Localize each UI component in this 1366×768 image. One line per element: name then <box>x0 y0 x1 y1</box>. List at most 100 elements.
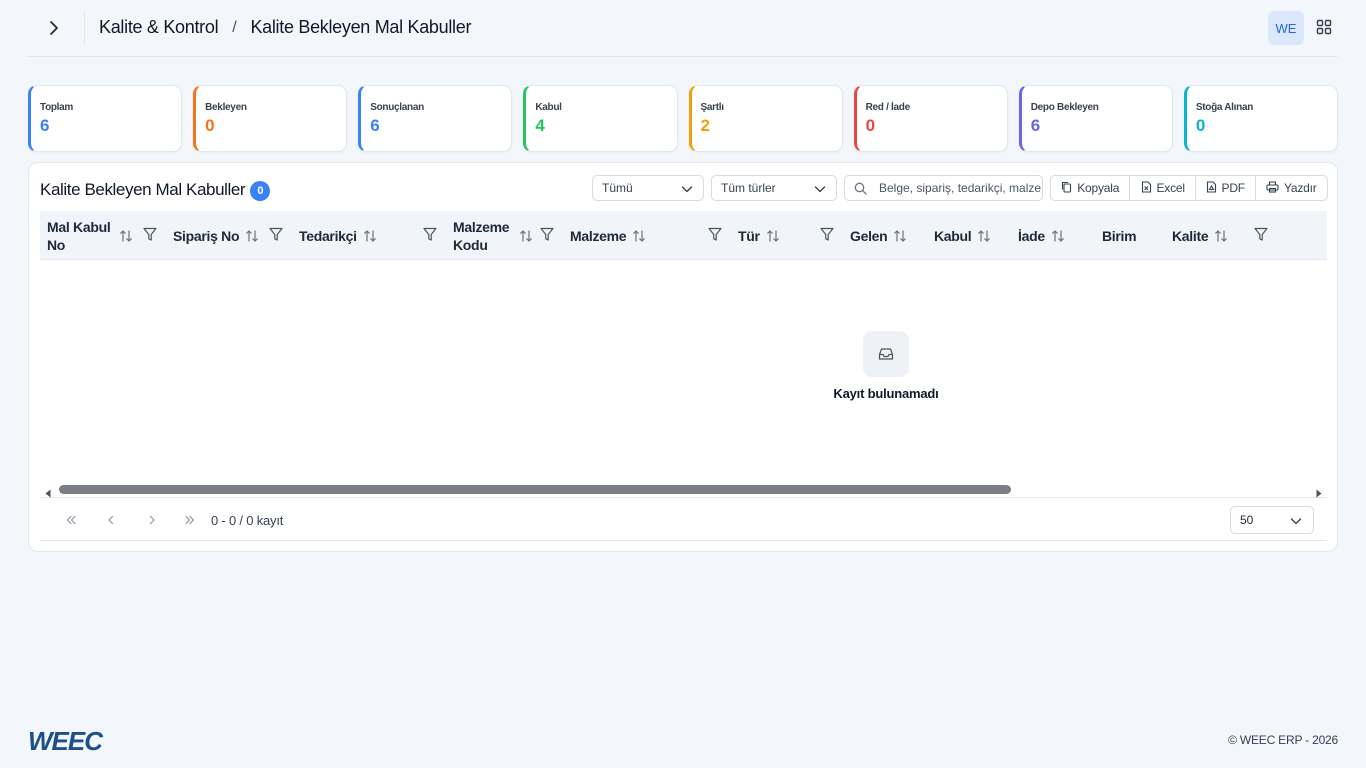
printer-icon <box>1266 180 1279 196</box>
column-header-order-no: Sipariş No <box>173 211 259 260</box>
copy-button[interactable]: Kopyala <box>1051 176 1131 200</box>
weec-logo[interactable]: WEEC <box>28 726 112 757</box>
sort-icon[interactable] <box>119 229 133 243</box>
stat-label: Red / İade <box>865 102 911 113</box>
stat-card-concluded[interactable]: Sonuçlanan 6 <box>358 85 513 152</box>
previous-page-icon[interactable] <box>104 513 118 527</box>
filter-icon[interactable] <box>708 227 722 242</box>
export-buttons: Kopyala Excel PDF Yazdır <box>1050 175 1328 201</box>
column-label[interactable]: Tedarikçi <box>299 227 357 245</box>
copyright-text: © WEEC ERP - 2026 <box>1228 733 1338 747</box>
excel-button[interactable]: Excel <box>1130 176 1196 200</box>
breadcrumb-parent[interactable]: Kalite & Kontrol <box>99 17 219 38</box>
table-header: Mal Kabul No Sipariş No Tedarikçi Malzem… <box>40 211 1327 260</box>
column-label[interactable]: Malzeme <box>570 227 627 245</box>
column-label[interactable]: İade <box>1018 227 1045 245</box>
filter-icon[interactable] <box>1254 227 1268 242</box>
header-divider <box>84 11 85 45</box>
stat-card-conditional[interactable]: Şartlı 2 <box>688 85 843 152</box>
pagination: 0 - 0 / 0 kayıt 50 <box>40 499 1327 541</box>
stat-value: 2 <box>700 116 710 135</box>
column-header-return: İade <box>1018 211 1065 260</box>
column-label[interactable]: Tür <box>738 227 760 245</box>
status-filter-select[interactable]: Tümü <box>592 175 704 201</box>
filter-icon[interactable] <box>423 227 437 242</box>
excel-file-icon <box>1141 180 1152 196</box>
status-filter-value: Tümü <box>602 181 633 195</box>
grid-apps-icon[interactable] <box>1313 16 1335 38</box>
column-label[interactable]: Mal Kabul No <box>47 218 113 254</box>
filter-icon[interactable] <box>143 227 157 242</box>
column-label[interactable]: Kabul <box>934 227 972 245</box>
column-label[interactable]: Sipariş No <box>173 227 240 245</box>
column-header-unit: Birim <box>1102 211 1137 260</box>
first-page-icon[interactable] <box>64 513 78 527</box>
column-header-quality: Kalite <box>1172 211 1228 260</box>
stat-label: Sonuçlanan <box>370 102 424 113</box>
sort-icon[interactable] <box>1214 229 1228 243</box>
type-filter-select[interactable]: Tüm türler <box>711 175 837 201</box>
column-header-receipt-no: Mal Kabul No <box>47 211 133 260</box>
column-label[interactable]: Malzeme Kodu <box>453 218 513 254</box>
pdf-file-icon <box>1206 180 1217 196</box>
copy-icon <box>1061 181 1072 196</box>
sort-icon[interactable] <box>245 229 259 243</box>
stat-value: 0 <box>1195 116 1206 135</box>
filter-icon[interactable] <box>269 227 283 242</box>
chevron-down-icon <box>1290 515 1302 529</box>
stat-label: Bekleyen <box>205 102 247 113</box>
column-header-material-code: Malzeme Kodu <box>453 211 533 260</box>
stat-label: Şartlı <box>700 102 725 113</box>
sort-icon[interactable] <box>977 229 991 243</box>
print-button[interactable]: Yazdır <box>1256 176 1327 200</box>
column-header-supplier: Tedarikçi <box>299 211 377 260</box>
sort-icon[interactable] <box>893 229 907 243</box>
stat-card-warehouse-pending[interactable]: Depo Bekleyen 6 <box>1018 85 1173 152</box>
column-label[interactable]: Kalite <box>1172 227 1209 245</box>
pdf-label: PDF <box>1221 181 1246 195</box>
next-page-icon[interactable] <box>145 513 159 527</box>
top-bar: Kalite & Kontrol / Kalite Bekleyen Mal K… <box>28 0 1338 57</box>
copy-label: Kopyala <box>1077 181 1120 195</box>
scrollbar-thumb[interactable] <box>59 485 1011 494</box>
stat-card-pending[interactable]: Bekleyen 0 <box>193 85 348 152</box>
stat-value: 0 <box>205 116 215 135</box>
sort-icon[interactable] <box>1051 229 1065 243</box>
stat-card-accepted[interactable]: Kabul 4 <box>523 85 678 152</box>
empty-state-message: Kayıt bulunamadı <box>833 386 939 401</box>
stat-value: 4 <box>535 116 545 135</box>
sort-icon[interactable] <box>519 229 533 243</box>
sort-icon[interactable] <box>632 229 646 243</box>
column-header-material: Malzeme <box>570 211 646 260</box>
stat-card-rejected[interactable]: Red / İade 0 <box>853 85 1008 152</box>
rows-per-page-select[interactable]: 50 <box>1230 506 1314 534</box>
stat-label: Kabul <box>535 102 562 113</box>
stat-value: 6 <box>1030 116 1041 135</box>
page-title: Kalite Bekleyen Mal Kabuller <box>250 17 472 37</box>
filter-icon[interactable] <box>820 227 834 242</box>
column-label[interactable]: Gelen <box>850 227 888 245</box>
breadcrumb-separator: / <box>232 18 237 36</box>
user-avatar[interactable]: WE <box>1268 11 1304 45</box>
panel-title-text: Kalite Bekleyen Mal Kabuller <box>40 179 246 199</box>
sort-icon[interactable] <box>363 229 377 243</box>
records-panel: Kalite Bekleyen Mal Kabuller 0 Tümü Tüm … <box>28 162 1338 552</box>
column-label: Birim <box>1102 227 1137 244</box>
filter-icon[interactable] <box>540 227 554 242</box>
print-label: Yazdır <box>1283 181 1317 195</box>
stat-value: 6 <box>370 116 380 135</box>
search-icon <box>854 182 867 200</box>
stat-card-total[interactable]: Toplam 6 <box>28 85 183 152</box>
search-input[interactable] <box>879 181 1041 195</box>
sort-icon[interactable] <box>766 229 780 243</box>
pdf-button[interactable]: PDF <box>1196 176 1256 200</box>
stat-card-stocked[interactable]: Stoğa Alınan 0 <box>1183 85 1338 152</box>
pagination-info: 0 - 0 / 0 kayıt <box>211 513 284 528</box>
chevron-down-icon <box>814 183 826 197</box>
horizontal-scrollbar[interactable] <box>40 481 1327 498</box>
last-page-icon[interactable] <box>183 513 197 527</box>
chevron-down-icon <box>681 183 693 197</box>
excel-label: Excel <box>1156 181 1186 195</box>
chevron-right-icon[interactable] <box>42 16 66 40</box>
type-filter-value: Tüm türler <box>721 181 776 195</box>
